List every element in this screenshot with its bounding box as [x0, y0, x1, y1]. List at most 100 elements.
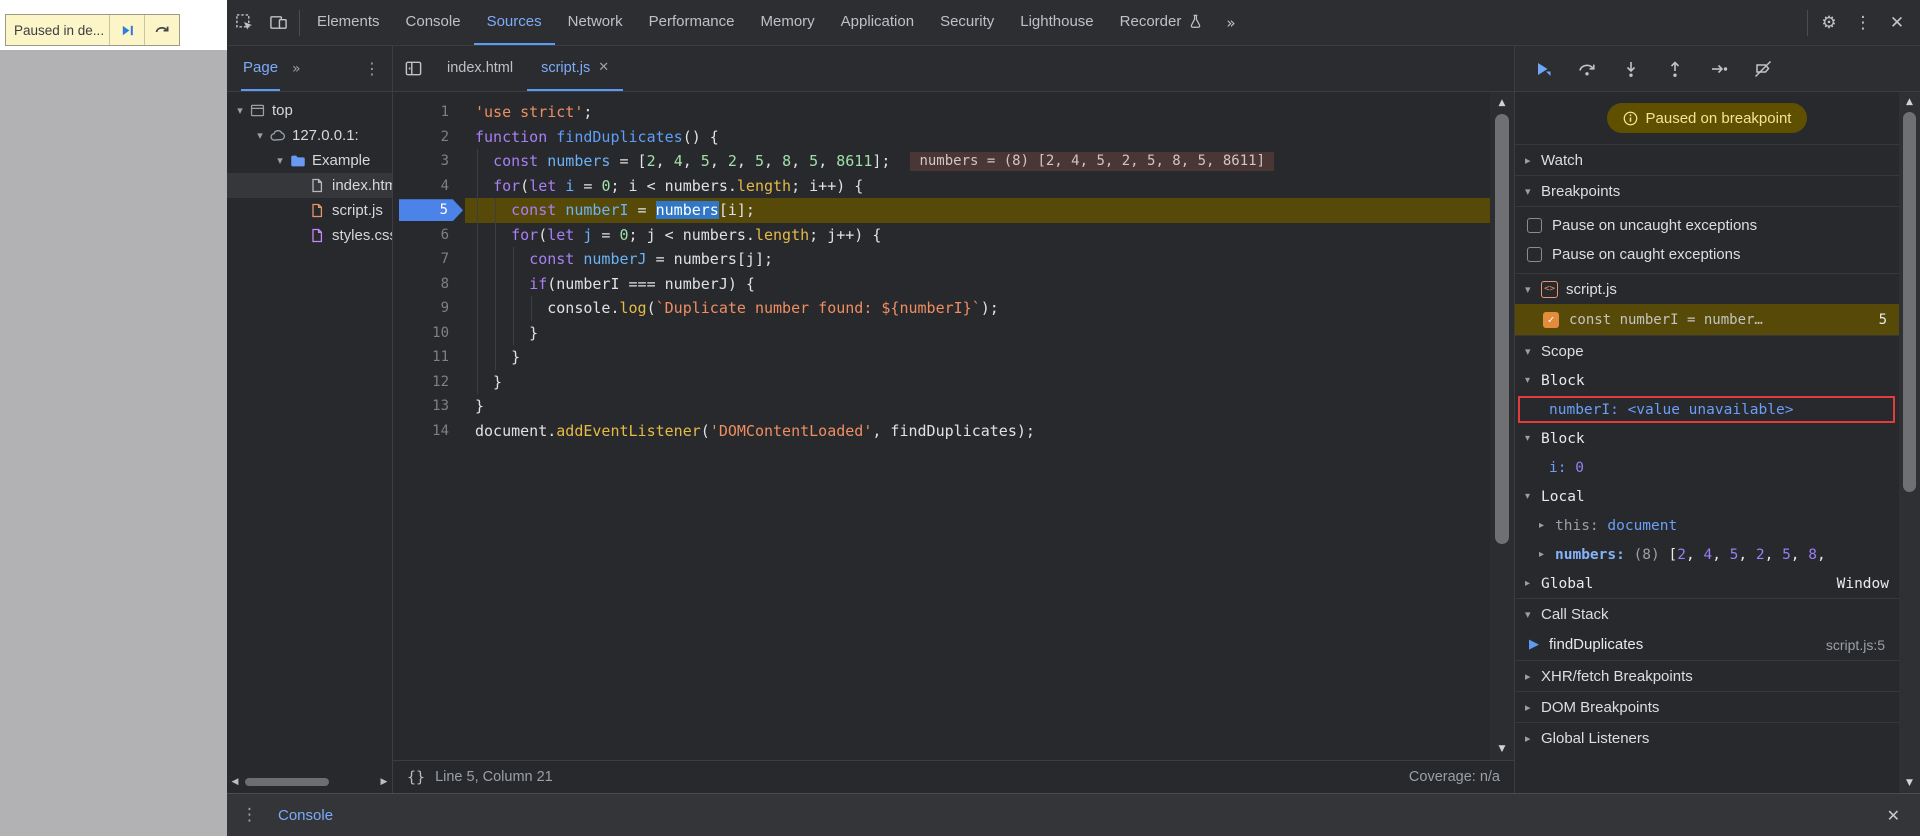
breakpoint-entry[interactable]: ✓ const numberI = number… 5 [1515, 304, 1899, 335]
scroll-left-icon[interactable]: ◀ [227, 777, 243, 787]
resume-script-icon[interactable] [1525, 52, 1561, 86]
scope-block-2[interactable]: ▾ Block [1515, 424, 1899, 453]
expand-arrow-icon[interactable]: ▾ [273, 154, 287, 167]
tab-elements[interactable]: Elements [304, 0, 393, 45]
resume-script-icon[interactable] [110, 15, 144, 45]
section-xhr-breakpoints[interactable]: ▸ XHR/fetch Breakpoints [1515, 660, 1899, 691]
code-lines[interactable]: 'use strict';function findDuplicates() {… [465, 100, 1490, 443]
code-line-3[interactable]: const numbers = [2, 4, 5, 2, 5, 8, 5, 86… [465, 149, 1490, 174]
debugger-vertical-scrollbar[interactable]: ▲ ▼ [1899, 92, 1920, 793]
code-line-9[interactable]: console.log(`Duplicate number found: ${n… [465, 296, 1490, 321]
close-devtools-icon[interactable]: ✕ [1880, 6, 1914, 40]
tree-item-styles.css[interactable]: styles.css [227, 223, 392, 248]
breakpoint-checkbox[interactable]: ✓ [1543, 312, 1559, 328]
scroll-down-icon[interactable]: ▼ [1490, 744, 1514, 754]
scroll-right-icon[interactable]: ▶ [376, 777, 392, 787]
checkbox-caught[interactable] [1527, 247, 1542, 262]
scope-var-numbers[interactable]: ▸ numbers: (8) [2, 4, 5, 2, 5, 8, [1515, 540, 1899, 569]
pause-on-caught-exceptions-row[interactable]: Pause on caught exceptions [1515, 240, 1899, 269]
line-number-4[interactable]: 4 [393, 174, 465, 199]
call-stack-frame[interactable]: ▶ findDuplicates script.js:5 [1515, 629, 1899, 660]
scrollbar-thumb[interactable] [1903, 112, 1916, 492]
line-number-2[interactable]: 2 [393, 125, 465, 150]
code-line-8[interactable]: if(numberI === numberJ) { [465, 272, 1490, 297]
navigator-kebab-icon[interactable]: ⋮ [352, 59, 392, 78]
tab-sources[interactable]: Sources [474, 0, 555, 45]
tab-page[interactable]: Page [241, 46, 280, 91]
section-scope[interactable]: ▾ Scope [1515, 335, 1899, 366]
navigator-more-tabs-chevron[interactable]: » [280, 61, 313, 77]
close-tab-icon[interactable]: ✕ [598, 60, 609, 75]
code-line-5[interactable]: const numberI = numbers[i]; [465, 198, 1490, 223]
close-drawer-icon[interactable]: ✕ [1867, 806, 1920, 825]
line-number-3[interactable]: 3 [393, 149, 465, 174]
tab-script-js[interactable]: script.js ✕ [527, 46, 623, 91]
expand-arrow-icon[interactable]: ▾ [253, 129, 267, 142]
step-into-icon[interactable] [1613, 52, 1649, 86]
tree-item-top[interactable]: ▾top [227, 98, 392, 123]
step-over-icon[interactable] [145, 15, 179, 45]
device-toolbar-icon[interactable] [261, 6, 295, 40]
settings-gear-icon[interactable]: ⚙ [1812, 6, 1846, 40]
more-tabs-chevron[interactable]: » [1216, 14, 1245, 32]
breakpoint-file-group[interactable]: ▾ <> script.js [1515, 273, 1899, 304]
code-line-6[interactable]: for(let j = 0; j < numbers.length; j++) … [465, 223, 1490, 248]
deactivate-breakpoints-icon[interactable] [1745, 52, 1781, 86]
toggle-navigator-icon[interactable] [393, 46, 433, 91]
line-number-gutter[interactable]: 1234567891011121314 [393, 100, 465, 443]
tab-network[interactable]: Network [555, 0, 636, 45]
tree-item-index.html[interactable]: index.html [227, 173, 392, 198]
scroll-up-icon[interactable]: ▲ [1490, 98, 1514, 108]
code-line-4[interactable]: for(let i = 0; i < numbers.length; i++) … [465, 174, 1490, 199]
editor-vertical-scrollbar[interactable]: ▲ ▼ [1490, 92, 1514, 760]
step-icon[interactable] [1701, 52, 1737, 86]
line-number-6[interactable]: 6 [393, 223, 465, 248]
customize-kebab-icon[interactable]: ⋮ [1846, 6, 1880, 40]
section-global-listeners[interactable]: ▸ Global Listeners [1515, 722, 1899, 753]
line-number-13[interactable]: 13 [393, 394, 465, 419]
scrollbar-thumb[interactable] [1495, 114, 1509, 544]
code-line-1[interactable]: 'use strict'; [465, 100, 1490, 125]
tree-item-127.0.0.1-[interactable]: ▾127.0.0.1: [227, 123, 392, 148]
drawer-kebab-icon[interactable]: ⋮ [227, 805, 272, 825]
line-number-7[interactable]: 7 [393, 247, 465, 272]
tab-memory[interactable]: Memory [748, 0, 828, 45]
tab-index-html[interactable]: index.html [433, 46, 527, 91]
scope-var-this[interactable]: ▸ this: document [1515, 511, 1899, 540]
tab-recorder[interactable]: Recorder [1107, 0, 1217, 45]
pause-on-uncaught-exceptions-row[interactable]: Pause on uncaught exceptions [1515, 211, 1899, 240]
line-number-14[interactable]: 14 [393, 419, 465, 444]
tree-item-script.js[interactable]: script.js [227, 198, 392, 223]
line-number-5[interactable]: 5 [393, 198, 465, 223]
code-line-12[interactable]: } [465, 370, 1490, 395]
scroll-up-icon[interactable]: ▲ [1899, 97, 1920, 107]
section-breakpoints[interactable]: ▾ Breakpoints [1515, 175, 1899, 206]
scope-global[interactable]: ▸ Global Window [1515, 569, 1899, 598]
tab-console[interactable]: Console [393, 0, 474, 45]
section-dom-breakpoints[interactable]: ▸ DOM Breakpoints [1515, 691, 1899, 722]
drawer-tab-console[interactable]: Console [272, 807, 339, 824]
checkbox-uncaught[interactable] [1527, 218, 1542, 233]
step-over-icon[interactable] [1569, 52, 1605, 86]
scope-var-numberI[interactable]: numberI: <value unavailable> [1515, 395, 1899, 424]
tab-security[interactable]: Security [927, 0, 1007, 45]
scope-var-i[interactable]: i: 0 [1515, 453, 1899, 482]
code-line-14[interactable]: document.addEventListener('DOMContentLoa… [465, 419, 1490, 444]
pretty-print-icon[interactable]: {} [407, 768, 425, 786]
line-number-8[interactable]: 8 [393, 272, 465, 297]
code-line-10[interactable]: } [465, 321, 1490, 346]
step-out-icon[interactable] [1657, 52, 1693, 86]
section-watch[interactable]: ▸ Watch [1515, 144, 1899, 175]
tab-lighthouse[interactable]: Lighthouse [1007, 0, 1106, 45]
line-number-12[interactable]: 12 [393, 370, 465, 395]
code-line-13[interactable]: } [465, 394, 1490, 419]
code-line-7[interactable]: const numberJ = numbers[j]; [465, 247, 1490, 272]
scrollbar-thumb[interactable] [245, 778, 329, 786]
section-call-stack[interactable]: ▾ Call Stack [1515, 598, 1899, 629]
scroll-down-icon[interactable]: ▼ [1899, 778, 1920, 788]
tree-item-example[interactable]: ▾Example [227, 148, 392, 173]
scope-block-1[interactable]: ▾ Block [1515, 366, 1899, 395]
code-area[interactable]: 1234567891011121314 'use strict';functio… [393, 92, 1490, 760]
line-number-10[interactable]: 10 [393, 321, 465, 346]
line-number-11[interactable]: 11 [393, 345, 465, 370]
